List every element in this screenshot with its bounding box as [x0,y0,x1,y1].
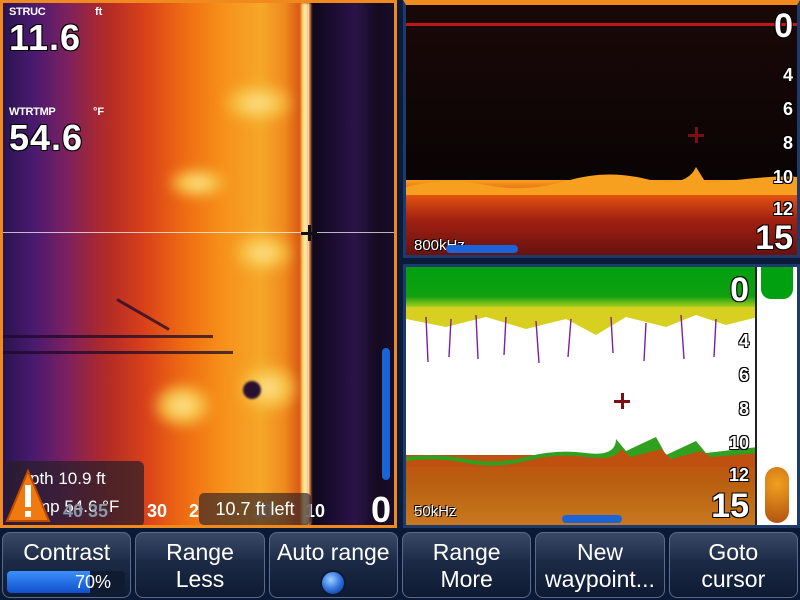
cursor-line-horizontal [3,232,394,233]
crosshair-icon[interactable] [688,127,704,143]
bottom-contour [406,167,797,195]
water-temp-unit: °F [93,106,105,118]
range-less-button[interactable]: Range Less [135,532,265,598]
warning-triangle-icon[interactable] [5,469,51,525]
contrast-value: 70% [74,572,111,592]
goto-cursor-button[interactable]: Goto cursor [668,532,798,598]
shadow-streak [116,298,170,331]
depth-tick: 10 [728,433,749,453]
bottom-contour [406,437,758,467]
crosshair-icon[interactable] [614,393,630,409]
softkey-label: Range [432,539,501,565]
softkey-label: waypoint... [545,566,655,592]
downscan-pane[interactable]: 0 4 6 8 10 12 15 800kHz [403,0,800,258]
bottom-contour [301,3,311,525]
shadow-streak [3,335,213,338]
auto-range-button[interactable]: Auto range [268,532,398,598]
depth-tick: 12 [728,465,749,485]
toggle-knob-icon[interactable] [320,570,347,596]
softkey-bar: Contrast 70% Range Less Auto range Range… [0,528,800,600]
surface-noise [406,307,758,364]
vertical-scrollbar[interactable] [382,348,390,480]
cursor-line-vertical [308,3,309,525]
scale-label: 2 [189,501,200,521]
softkey-label: Less [175,566,225,592]
water-temp-value: 54.6 [9,117,84,158]
depth-tick: 8 [738,399,749,419]
softkey-label: New [576,539,623,565]
softkey-label: Auto range [277,539,390,565]
softkey-label: Goto [708,539,759,565]
depth-tick: 10 [772,167,793,187]
contrast-level-bar[interactable]: 70% [7,571,125,593]
depth-top-label: 0 [774,7,793,45]
depth-tick: 4 [738,331,749,351]
horizontal-scrollbar[interactable] [562,515,622,523]
water-temp-readout: WTRTMP °F 54.6 [9,106,104,158]
range-more-button[interactable]: Range More [401,532,532,598]
depth-bottom-label: 15 [755,219,793,257]
amplitude-scope [755,267,797,525]
amp-surface [761,267,793,299]
structure-scan-pane[interactable]: #pane-left .cursor-cross::before, #pane-… [0,0,397,528]
softkey-label: More [440,566,493,592]
distance-left-label: 10.7 ft left [199,493,311,525]
range-zero-label: 0 [371,489,392,528]
depth-tick: 12 [772,199,793,219]
scale-label: 40 35 [63,501,109,521]
crosshair-icon[interactable]: #pane-left .cursor-cross::before, #pane-… [301,225,317,241]
sonar-return [153,383,213,428]
contrast-button[interactable]: Contrast 70% [2,532,132,598]
new-waypoint-button[interactable]: New waypoint... [535,532,665,598]
softkey-label: Contrast [23,539,111,565]
surface-clutter [406,23,797,26]
horizontal-scrollbar[interactable] [446,245,518,253]
amp-bottom [765,467,789,523]
depth-tick: 6 [782,99,793,119]
depth-tick: 8 [782,133,793,153]
depth-tick: 6 [738,365,749,385]
sonar-return [233,233,293,273]
depth-top-label: 0 [730,271,749,309]
surface-clutter [406,267,758,309]
depth-tick: 4 [782,65,793,85]
submerged-object [243,381,261,399]
softkey-label: Range [166,539,234,565]
shadow-streak [3,351,233,354]
sonar-return [223,83,293,123]
scale-label: 30 [147,501,168,521]
structure-value: 11.6 [9,17,82,58]
sonar-return [168,168,228,198]
softkey-label: cursor [701,566,766,592]
frequency-label: 50kHz [414,503,457,520]
structure-unit: ft [95,6,103,18]
structure-readout: STRUC ft 11.6 [9,6,102,58]
sonar-2d-pane[interactable]: 0 4 6 8 10 12 15 50kHz [403,264,800,528]
depth-bottom-label: 15 [711,487,749,525]
